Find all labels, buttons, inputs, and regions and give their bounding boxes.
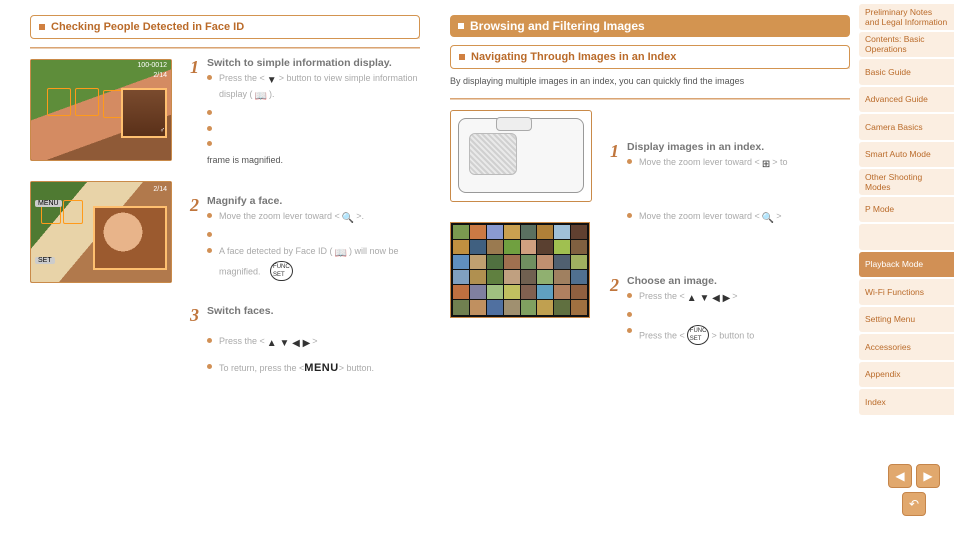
step-number: 1	[190, 57, 199, 165]
step-number: 3	[190, 305, 199, 379]
left-heading: Checking People Detected in Face ID	[30, 15, 420, 39]
zoom-lever	[496, 117, 532, 131]
sub-heading-text: Navigating Through Images in an Index	[471, 51, 676, 63]
sidebar-item-8[interactable]	[859, 224, 954, 250]
sidebar-nav: Preliminary Notes and Legal InformationC…	[859, 4, 954, 417]
sidebar-item-1[interactable]: Contents: Basic Operations	[859, 32, 954, 58]
sidebar-item-2[interactable]: Basic Guide	[859, 59, 954, 85]
step-tail: frame is magnified.	[207, 155, 420, 165]
bullet-icon	[207, 248, 212, 253]
func-set-icon: FUNCSET	[687, 325, 710, 346]
osd-imagecount: 2/14	[153, 186, 167, 193]
face-box	[75, 88, 99, 116]
osd-imagecount: 2/14	[153, 72, 167, 79]
heading-marker	[39, 24, 45, 30]
down-triangle-icon: ▼	[267, 74, 277, 88]
sidebar-item-9[interactable]: Playback Mode	[859, 252, 954, 278]
bullet-text: A face detected by Face ID (📖) will now …	[219, 245, 420, 282]
step-title: Switch faces.	[207, 305, 420, 317]
step-title: Magnify a face.	[207, 195, 420, 207]
bullet-text: Move the zoom lever toward <⊞> to	[639, 156, 845, 172]
arrow-keys: ▲ ▼ ◀ ▶	[267, 337, 311, 351]
face-box	[63, 200, 83, 224]
sidebar-item-13[interactable]: Appendix	[859, 362, 954, 388]
face-magnified	[93, 206, 167, 270]
lead-paragraph: By displaying multiple images in an inde…	[450, 75, 850, 88]
osd-filecount: 100-0012	[137, 62, 167, 69]
bullet-text: Press the <▼> button to view simple info…	[219, 72, 420, 104]
func-set-icon: FUNCSET	[270, 261, 293, 282]
bullet-icon	[627, 312, 632, 317]
bullet-text: To return, press the <MENU> button.	[219, 361, 420, 376]
step-number: 1	[610, 141, 619, 229]
bullet-icon	[207, 232, 212, 237]
bullet-icon	[627, 213, 632, 218]
bullet-icon	[207, 126, 212, 131]
bullet-icon	[207, 141, 212, 146]
index-grid-example	[450, 222, 590, 318]
divider	[30, 47, 420, 49]
sidebar-item-4[interactable]: Camera Basics	[859, 114, 954, 140]
camera-illustration	[450, 110, 592, 202]
page-next-button[interactable]: ▶	[916, 464, 940, 488]
lcd-example-1: 100-0012 2/14 ♂	[30, 59, 172, 161]
book-icon: 📖	[255, 90, 267, 104]
bullet-text	[219, 123, 420, 136]
arrow-keys: ▲ ▼ ◀ ▶	[687, 292, 731, 306]
step-number: 2	[610, 275, 619, 348]
page-nav: ◀ ▶ ↶	[888, 464, 940, 516]
divider	[450, 98, 850, 100]
heading-marker	[458, 23, 464, 29]
bullet-icon	[207, 213, 212, 218]
sidebar-item-7[interactable]: P Mode	[859, 197, 954, 223]
book-icon: 📖	[335, 247, 347, 261]
camera-grip	[469, 133, 517, 175]
sidebar-item-14[interactable]: Index	[859, 389, 954, 415]
step-title: Display images in an index.	[627, 141, 845, 153]
osd-set: SET	[35, 257, 55, 264]
sidebar-item-0[interactable]: Preliminary Notes and Legal Information	[859, 4, 954, 30]
sidebar-item-5[interactable]: Smart Auto Mode	[859, 142, 954, 168]
bullet-text: Move the zoom lever toward <🔍>.	[219, 210, 420, 226]
bullet-text	[219, 229, 420, 242]
page-return-button[interactable]: ↶	[902, 492, 926, 516]
sidebar-item-10[interactable]: Wi-Fi Functions	[859, 279, 954, 305]
magnify-icon: 🔍	[342, 212, 354, 226]
face-box	[47, 88, 71, 116]
bullet-text: Press the <FUNCSET> button to	[639, 325, 845, 346]
sidebar-item-11[interactable]: Setting Menu	[859, 307, 954, 333]
section-heading: Browsing and Filtering Images	[450, 15, 850, 37]
magnify-icon: 🔍	[762, 212, 774, 226]
menu-label: MENU	[304, 362, 338, 374]
step-title: Choose an image.	[627, 275, 845, 287]
bullet-icon	[207, 338, 212, 343]
lcd-example-2: 2/14 MENU SET	[30, 181, 172, 283]
bullet-icon	[627, 293, 632, 298]
sidebar-item-3[interactable]: Advanced Guide	[859, 87, 954, 113]
bullet-text: Move the zoom lever toward <🔍>	[639, 210, 845, 226]
bullet-icon	[207, 110, 212, 115]
bullet-text	[639, 309, 845, 322]
sidebar-item-6[interactable]: Other Shooting Modes	[859, 169, 954, 195]
heading-marker	[459, 54, 465, 60]
page-prev-button[interactable]: ◀	[888, 464, 912, 488]
sidebar-item-12[interactable]: Accessories	[859, 334, 954, 360]
step-number: 2	[190, 195, 199, 284]
index-icon: ⊞	[762, 158, 770, 172]
osd-menu: MENU	[35, 200, 62, 207]
step-title: Switch to simple information display.	[207, 57, 420, 69]
bullet-text: Press the <▲ ▼ ◀ ▶>	[639, 290, 845, 306]
heading-text: Checking People Detected in Face ID	[51, 21, 244, 33]
bullet-text	[219, 138, 420, 151]
bullet-text	[219, 107, 420, 120]
bullet-icon	[207, 75, 212, 80]
bullet-icon	[207, 364, 212, 369]
bullet-icon	[627, 328, 632, 333]
section-heading-text: Browsing and Filtering Images	[470, 19, 645, 33]
sub-heading: Navigating Through Images in an Index	[450, 45, 850, 69]
bullet-text: Press the <▲ ▼ ◀ ▶>	[219, 335, 420, 351]
osd-gender: ♂	[160, 127, 165, 134]
bullet-icon	[627, 159, 632, 164]
